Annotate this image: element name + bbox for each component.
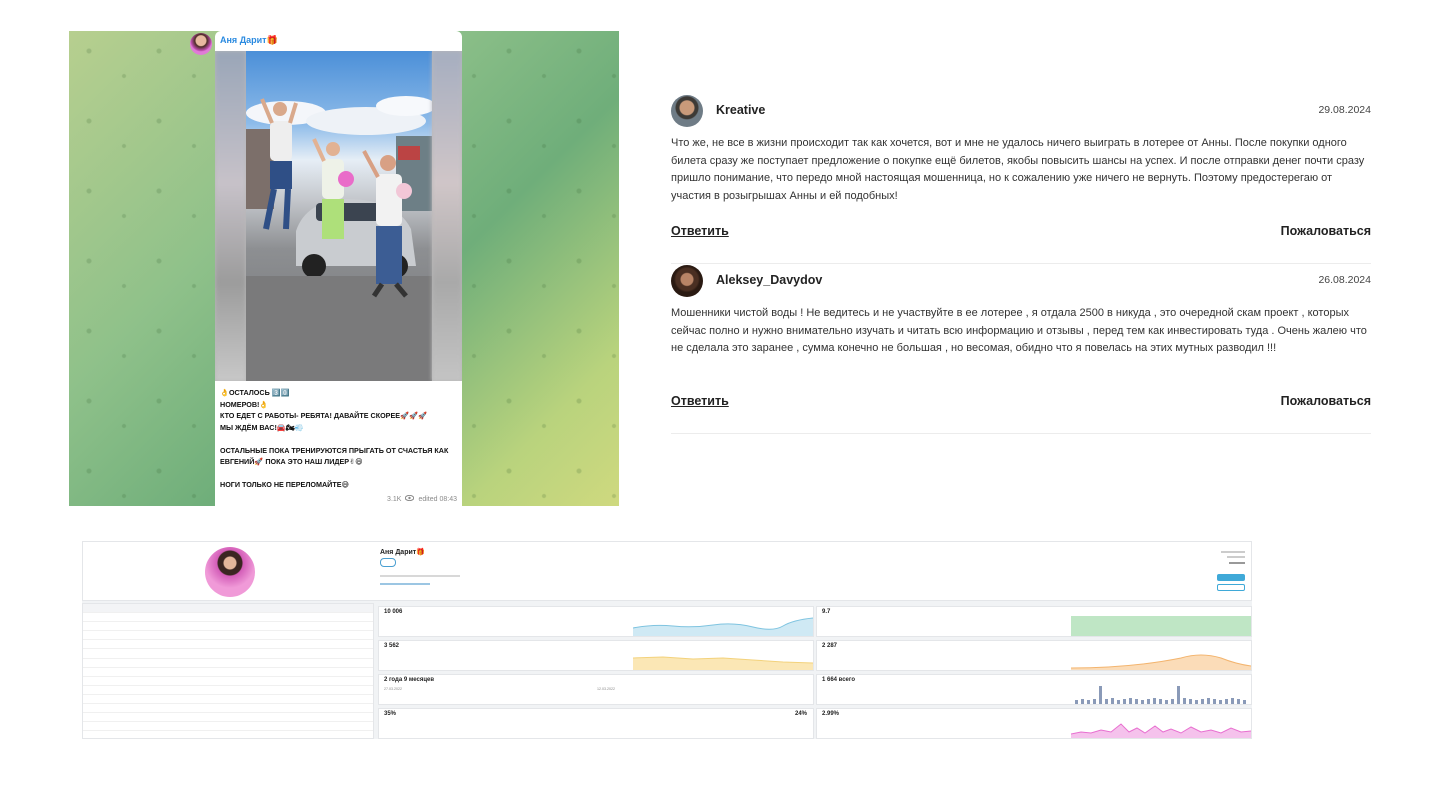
stat-card-views[interactable]: 2 287 — [816, 640, 1252, 671]
stat-card-posts[interactable]: 1 664 всего — [816, 674, 1252, 705]
edited-label: edited 08:43 — [418, 495, 457, 503]
stat-value: 1 664 всего — [822, 677, 855, 683]
stat-card-er[interactable]: 2.99% — [816, 708, 1252, 739]
comment-text: Мошенники чистой воды ! Не ведитесь и не… — [671, 307, 1367, 354]
comment-author[interactable]: Kreative — [716, 103, 765, 117]
channel-avatar[interactable] — [190, 33, 212, 55]
photo-scene — [246, 51, 432, 381]
avatar[interactable] — [671, 265, 703, 297]
sidebar-item[interactable] — [83, 677, 373, 686]
views-count: 3.1K — [387, 495, 402, 503]
post-photo[interactable] — [215, 51, 462, 381]
stat-value: 10 006 — [384, 609, 403, 615]
secondary-button[interactable] — [1217, 584, 1245, 591]
stat-value: 3 562 — [384, 643, 400, 649]
sidebar-item[interactable] — [83, 668, 373, 677]
sidebar-item[interactable] — [83, 659, 373, 668]
stat-card-subscribers[interactable]: 10 006 — [378, 606, 814, 637]
stat-value: 35% — [384, 711, 397, 717]
sparkline — [1071, 723, 1251, 738]
sparkline — [633, 656, 813, 670]
comments-list: Kreative 29.08.2024 Что же, не все в жиз… — [671, 94, 1371, 434]
stat-value: 2 287 — [822, 643, 838, 649]
channel-avatar — [205, 547, 255, 597]
photo-blur-right — [432, 51, 462, 381]
date-left: 27.03.2022 — [384, 687, 402, 691]
header-info — [1229, 562, 1245, 564]
sidebar-item[interactable] — [83, 686, 373, 695]
sparkline — [1071, 616, 1251, 636]
analytics-sidebar — [82, 603, 374, 739]
sidebar-item[interactable] — [83, 722, 373, 732]
comment-item: Kreative 29.08.2024 Что же, не все в жиз… — [671, 94, 1371, 264]
telegram-post-screenshot: Аня Дарит🎁 👌ОСТАЛОСЬ 3️⃣0️⃣ НОМЕРОВ!👌 КТ… — [69, 31, 619, 506]
channel-title: Аня Дарит🎁 — [380, 549, 425, 556]
comment-date: 29.08.2024 — [1318, 104, 1371, 116]
header-info — [1227, 556, 1245, 558]
reply-link[interactable]: Ответить — [671, 394, 729, 408]
channel-analytics-screenshot: Аня Дарит🎁 10 006 9.7 3 562 2 287 2 года… — [82, 541, 1252, 739]
message-bubble: Аня Дарит🎁 👌ОСТАЛОСЬ 3️⃣0️⃣ НОМЕРОВ!👌 КТ… — [215, 31, 462, 506]
channel-description — [380, 575, 460, 577]
comment-item: Aleksey_Davydov 26.08.2024 Мошенники чис… — [671, 264, 1371, 434]
sidebar-item[interactable] — [83, 713, 373, 723]
header-info — [1221, 551, 1245, 553]
stat-card-index[interactable]: 9.7 — [816, 606, 1252, 637]
report-link[interactable]: Пожаловаться — [1281, 224, 1371, 238]
sparkline — [1071, 654, 1251, 670]
sidebar-item[interactable] — [83, 631, 373, 641]
bar-sparkline — [1075, 686, 1246, 704]
photo-blur-left — [215, 51, 246, 381]
sidebar-item[interactable] — [83, 622, 373, 632]
report-link[interactable]: Пожаловаться — [1281, 394, 1371, 408]
channel-header: Аня Дарит🎁 — [82, 541, 1252, 601]
stat-value: 2.99% — [822, 711, 840, 717]
sidebar-item[interactable] — [83, 704, 373, 714]
date-right: 12.03.2022 — [597, 687, 615, 691]
stat-value: 2 года 9 месяцев — [384, 677, 435, 683]
sidebar-item[interactable] — [83, 649, 373, 659]
post-meta: 3.1K edited 08:43 — [387, 494, 457, 503]
stat-card-age[interactable]: 2 года 9 месяцев 27.03.2022 12.03.2022 — [378, 674, 814, 705]
stat-card-engagement[interactable]: 35% 24% — [378, 708, 814, 739]
avatar[interactable] — [671, 95, 703, 127]
sidebar-item[interactable] — [83, 613, 373, 623]
comment-text: Что же, не все в жизни происходит так ка… — [671, 137, 1365, 202]
stat-value: 9.7 — [822, 609, 831, 615]
reply-link[interactable]: Ответить — [671, 224, 729, 238]
stat-value-right: 24% — [794, 711, 807, 717]
subscribe-button[interactable] — [1217, 574, 1245, 581]
sidebar-item[interactable] — [83, 640, 373, 650]
post-message-text: 👌ОСТАЛОСЬ 3️⃣0️⃣ НОМЕРОВ!👌 КТО ЕДЕТ С РА… — [220, 388, 449, 489]
eye-icon — [405, 494, 415, 503]
channel-name[interactable]: Аня Дарит🎁 — [220, 35, 278, 46]
sparkline — [633, 617, 813, 636]
comment-author[interactable]: Aleksey_Davydov — [716, 273, 822, 287]
stat-card-reach[interactable]: 3 562 — [378, 640, 814, 671]
jumping-people-illustration — [246, 96, 432, 381]
sidebar-item[interactable] — [83, 604, 373, 614]
channel-links[interactable] — [380, 583, 430, 585]
channel-tag[interactable] — [380, 558, 397, 567]
sidebar-item[interactable] — [83, 695, 373, 705]
comment-date: 26.08.2024 — [1318, 274, 1371, 286]
